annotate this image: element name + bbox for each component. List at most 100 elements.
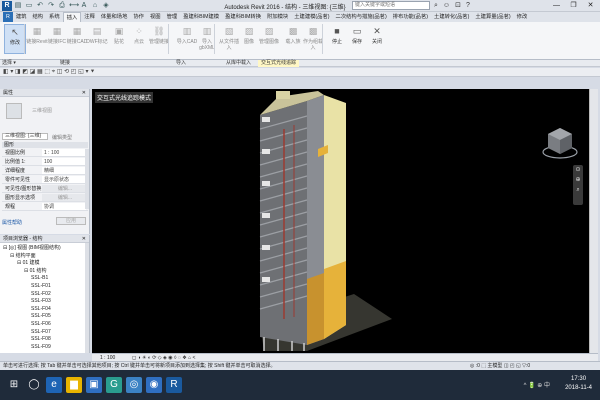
property-row[interactable]: 规程 协调 — [2, 203, 88, 211]
import-cad-button[interactable]: ▥ 导入CAD — [176, 24, 198, 54]
ribbon-tab[interactable]: 附加模块 — [264, 12, 291, 22]
modify-button[interactable]: ↖ 修改 — [4, 24, 26, 54]
link-revit-button[interactable]: ▦ 链接Revit — [26, 24, 48, 54]
tree-node[interactable]: SSL-F02 — [31, 291, 51, 298]
ribbon-tab[interactable]: 土建建模(品茗) — [291, 12, 332, 22]
property-edit-button[interactable]: 编辑... — [42, 185, 86, 192]
property-row[interactable]: 可见性/图形替换 编辑... — [2, 185, 88, 193]
property-row[interactable]: 图形显示选项 编辑... — [2, 194, 88, 202]
app-g-icon[interactable]: G — [106, 377, 122, 393]
store-icon[interactable]: ▣ — [86, 377, 102, 393]
search-input[interactable]: 键入关键字或短语 — [352, 1, 430, 10]
system-tray[interactable]: ^ 🔋 ⊕ 中 — [524, 380, 550, 389]
revit-app-icon[interactable]: R — [2, 1, 12, 11]
ribbon-tab[interactable]: R — [3, 12, 13, 22]
property-row[interactable]: 零件可见性 显示原状态 — [2, 176, 88, 184]
type-selector[interactable]: 三维视图 — [2, 99, 88, 125]
manage-links-button[interactable]: ⛓ 管理链接 — [148, 24, 170, 54]
ribbon-tab[interactable]: 管理 — [164, 12, 181, 22]
ribbon-tab[interactable]: 排布功能(品茗) — [390, 12, 431, 22]
text-icon[interactable]: A — [80, 1, 88, 10]
search-icon[interactable]: ⌕ — [434, 1, 438, 10]
print-icon[interactable]: ⎙ — [58, 1, 66, 10]
stop-button[interactable]: ■ 停止 — [326, 24, 348, 54]
ribbon-tab[interactable]: 盈建科BIM转换 — [222, 12, 264, 22]
decal-button[interactable]: ▣ 贴花 — [108, 24, 130, 54]
link-cad-button[interactable]: ▦ 链接CAD — [66, 24, 88, 54]
minimize-button[interactable]: — — [548, 0, 565, 11]
property-value[interactable]: 显示原状态 — [42, 176, 86, 183]
tree-node[interactable]: SSL-F01 — [31, 283, 51, 290]
3d-view-icon[interactable]: ⌂ — [91, 1, 99, 10]
open-icon[interactable]: ▤ — [14, 1, 22, 10]
property-value[interactable]: 精细 — [42, 167, 86, 174]
viewport-scrollbar[interactable] — [589, 89, 598, 353]
ribbon-tab[interactable]: 土建算量(品茗) — [472, 12, 513, 22]
tree-node[interactable]: SSL-F09 — [31, 344, 51, 351]
manage-images-button[interactable]: ▨ 管理图像 — [258, 24, 280, 54]
tree-node[interactable]: SSL-F05 — [31, 313, 51, 320]
save-icon[interactable]: ▭ — [25, 1, 33, 10]
tree-node[interactable]: SSL-F08 — [31, 336, 51, 343]
tree-node[interactable]: SSL-F07 — [31, 329, 51, 336]
user-icon[interactable]: ☺ — [443, 1, 450, 10]
help-icon[interactable]: ? — [466, 1, 470, 10]
ribbon-tab[interactable]: 插入 — [62, 12, 82, 22]
property-value[interactable]: 100 — [42, 158, 86, 165]
cart-icon[interactable]: ⊡ — [455, 1, 461, 10]
tree-node[interactable]: SSL-F03 — [31, 298, 51, 305]
save-button[interactable]: ▭ 保存 — [346, 24, 368, 54]
tree-node[interactable]: SSL-F04 — [31, 306, 51, 313]
clock[interactable]: 17:30 2018-11-4 — [565, 375, 592, 393]
properties-help-link[interactable]: 属性帮助 — [2, 219, 22, 226]
insert-from-file-button[interactable]: ▧ 从文件插入 — [218, 24, 240, 54]
ribbon-tab[interactable]: 盈建科BIM建模 — [180, 12, 222, 22]
tree-node[interactable]: ⊟ 01 结构 — [24, 268, 47, 275]
close-icon[interactable]: ✕ — [82, 235, 86, 243]
property-edit-button[interactable]: 编辑... — [42, 194, 86, 201]
load-family-button[interactable]: ▩ 载入族 — [282, 24, 304, 54]
windows-start-icon[interactable]: ⊞ — [6, 377, 22, 393]
properties-scrollbar[interactable] — [85, 149, 89, 209]
file-explorer-icon[interactable]: ▆ — [66, 377, 82, 393]
property-row[interactable]: 详细程度 精细 — [2, 167, 88, 175]
steering-wheel-icon[interactable]: ⊙ — [573, 165, 583, 175]
ribbon-tab[interactable]: 注释 — [81, 12, 98, 22]
ribbon-tab[interactable]: 二次结构与措施(品茗) — [333, 12, 390, 22]
ribbon-tab[interactable]: 土建转化(品茗) — [431, 12, 472, 22]
zoom-icon[interactable]: ⌕ — [573, 185, 583, 195]
ribbon-tab[interactable]: 结构 — [29, 12, 46, 22]
close-icon[interactable]: ✕ — [82, 89, 86, 97]
section-icon[interactable]: ◈ — [102, 1, 110, 10]
pan-icon[interactable]: ⊕ — [573, 175, 583, 185]
measure-icon[interactable]: ⟷ — [69, 1, 79, 10]
point-cloud-button[interactable]: ⁘ 点云 — [128, 24, 150, 54]
network-icon[interactable]: ◉ — [146, 377, 162, 393]
3d-viewport[interactable] — [92, 89, 589, 353]
load-as-group-button[interactable]: ▩ 作为组载入 — [302, 24, 324, 54]
redo-icon[interactable]: ↷ — [47, 1, 55, 10]
tree-node[interactable]: SSL-F06 — [31, 321, 51, 328]
ribbon-tab[interactable]: 视图 — [147, 12, 164, 22]
ribbon-tab[interactable]: 体量和场地 — [98, 12, 131, 22]
panel-label-select[interactable]: 选择 ▾ — [2, 60, 16, 67]
search-icon[interactable]: ◯ — [26, 377, 42, 393]
qq-browser-icon[interactable]: ◎ — [126, 377, 142, 393]
view-instance-selector[interactable]: 三维视图: {三维} — [2, 133, 48, 140]
ribbon-tab[interactable]: 建筑 — [13, 12, 30, 22]
link-ifc-button[interactable]: ▦ 链接IFC — [46, 24, 68, 54]
property-row[interactable]: 视图比例 1 : 100 — [2, 149, 88, 157]
property-value[interactable]: 协调 — [42, 203, 86, 210]
ribbon-tab[interactable]: 修改 — [514, 12, 531, 22]
revit-icon[interactable]: R — [166, 377, 182, 393]
ribbon-tab[interactable]: 协作 — [130, 12, 147, 22]
edit-type-button[interactable]: 编辑类型 — [52, 134, 72, 141]
viewcube-icon[interactable] — [540, 122, 580, 162]
ribbon-tab[interactable]: 系统 — [46, 12, 63, 22]
dwf-markup-button[interactable]: ▤ DWF标记 — [86, 24, 108, 54]
graphics-group-header[interactable]: 图形 — [2, 142, 88, 148]
image-button[interactable]: ▨ 图像 — [238, 24, 260, 54]
tree-node[interactable]: ⊟ [◎] 视图 (BIM视图结构) — [3, 245, 61, 252]
browser-scrollbar[interactable] — [85, 243, 89, 353]
property-value[interactable]: 1 : 100 — [42, 149, 86, 156]
